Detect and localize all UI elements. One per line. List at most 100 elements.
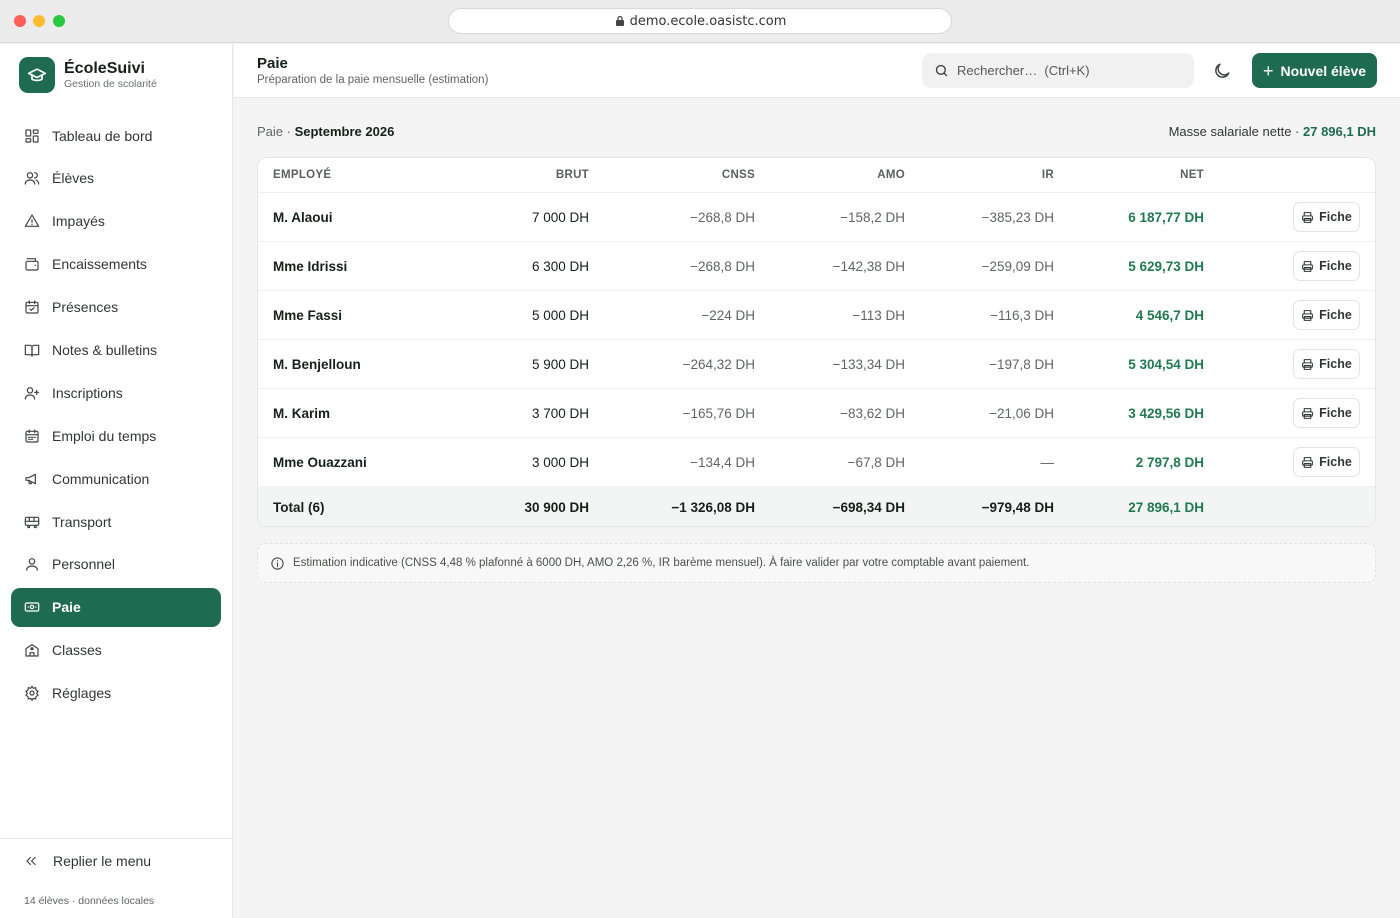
gross-amount: 5 900 DH xyxy=(531,356,589,372)
sidebar-item-label: Tableau de bord xyxy=(52,127,153,144)
students-count-note: 14 élèves · données locales xyxy=(24,895,155,907)
payslip-button[interactable]: Fiche xyxy=(1293,398,1360,428)
sidebar-item-impayes[interactable]: Impayés xyxy=(11,202,221,241)
sidebar-item-label: Transport xyxy=(52,513,112,530)
table-row: M. Benjelloun 5 900 DH −264,32 DH −133,3… xyxy=(258,340,1375,389)
printer-icon xyxy=(1302,358,1314,370)
table-row: M. Alaoui 7 000 DH −268,8 DH −158,2 DH −… xyxy=(258,193,1375,242)
gross-amount: 3 700 DH xyxy=(531,405,589,421)
employee-name: M. Benjelloun xyxy=(273,356,361,372)
payslip-button[interactable]: Fiche xyxy=(1293,349,1360,379)
gross-amount: 7 000 DH xyxy=(531,209,589,225)
sidebar-item-paie[interactable]: Paie xyxy=(11,587,221,627)
dark-mode-toggle[interactable] xyxy=(1212,61,1232,81)
chevrons-left-icon xyxy=(26,856,36,866)
address-bar[interactable]: demo.ecole.oasistc.com xyxy=(448,8,952,34)
calendar-icon xyxy=(25,429,39,443)
cnss-amount: −264,32 DH xyxy=(682,356,755,372)
lock-icon xyxy=(615,15,624,26)
printer-icon xyxy=(1302,407,1314,419)
brand-name: ÉcoleSuivi xyxy=(64,59,145,77)
sidebar-item-tableau-de-bord[interactable]: Tableau de bord xyxy=(11,116,221,155)
sidebar-item-presences[interactable]: Présences xyxy=(11,288,221,327)
amo-amount: −133,34 DH xyxy=(832,356,905,372)
payslip-button[interactable]: Fiche xyxy=(1293,202,1360,232)
sidebar-item-label: Présences xyxy=(52,299,119,316)
sidebar-item-label: Personnel xyxy=(52,556,116,573)
ir-amount: −259,09 DH xyxy=(981,258,1054,274)
payslip-label: Fiche xyxy=(1319,210,1352,224)
ir-amount: −197,8 DH xyxy=(989,356,1054,372)
close-window-button[interactable] xyxy=(14,15,26,27)
sidebar-item-communication[interactable]: Communication xyxy=(11,459,221,498)
wallet-icon xyxy=(25,258,39,271)
column-header-net: NET xyxy=(1180,169,1204,181)
net-amount: 6 187,77 DH xyxy=(1128,209,1204,225)
column-header-amo: AMO xyxy=(877,169,905,181)
sidebar-item-label: Inscriptions xyxy=(52,384,123,401)
net-payroll-summary: Masse salariale nette · 27 896,1 DH xyxy=(1169,124,1376,139)
net-amount: 5 304,54 DH xyxy=(1128,356,1204,372)
payslip-label: Fiche xyxy=(1319,308,1352,322)
maximize-window-button[interactable] xyxy=(53,15,65,27)
dashboard-icon xyxy=(25,128,39,143)
sidebar-item-personnel[interactable]: Personnel xyxy=(11,545,221,584)
total-gross: 30 900 DH xyxy=(524,499,589,515)
brand-subtitle: Gestion de scolarité xyxy=(64,77,157,90)
bus-icon xyxy=(24,516,40,528)
cnss-amount: −165,76 DH xyxy=(682,405,755,421)
moon-icon xyxy=(1215,63,1230,78)
minimize-window-button[interactable] xyxy=(33,15,45,27)
ir-amount: −385,23 DH xyxy=(981,209,1054,225)
page-title: Paie xyxy=(257,55,288,72)
payslip-button[interactable]: Fiche xyxy=(1293,251,1360,281)
new-student-label: Nouvel élève xyxy=(1280,62,1367,79)
breadcrumb-current-period: Septembre 2026 xyxy=(294,124,395,139)
net-amount: 5 629,73 DH xyxy=(1128,258,1204,274)
cnss-amount: −134,4 DH xyxy=(690,454,755,470)
sidebar-footer: Replier le menu 14 élèves · données loca… xyxy=(0,838,232,907)
sidebar-item-transport[interactable]: Transport xyxy=(11,502,221,541)
sidebar-item-label: Notes & bulletins xyxy=(52,341,158,358)
payslip-label: Fiche xyxy=(1319,259,1352,273)
payslip-button[interactable]: Fiche xyxy=(1293,447,1360,477)
school-icon xyxy=(25,644,39,657)
net-payroll-value: 27 896,1 DH xyxy=(1303,124,1376,139)
net-amount: 4 546,7 DH xyxy=(1135,307,1204,323)
payslip-button[interactable]: Fiche xyxy=(1293,300,1360,330)
breadcrumb-separator: · xyxy=(283,124,295,139)
cnss-amount: −268,8 DH xyxy=(690,258,755,274)
sidebar-item-eleves[interactable]: Élèves xyxy=(11,159,221,198)
browser-chrome: demo.ecole.oasistc.com xyxy=(0,0,1400,43)
brand[interactable]: ÉcoleSuivi Gestion de scolarité xyxy=(19,57,157,93)
sidebar-item-notes-bulletins[interactable]: Notes & bulletins xyxy=(11,330,221,369)
column-header-employee: EMPLOYÉ xyxy=(273,169,332,181)
ir-amount: −116,3 DH xyxy=(990,307,1054,323)
table-row: Mme Fassi 5 000 DH −224 DH −113 DH −116,… xyxy=(258,291,1375,340)
users-icon xyxy=(24,172,40,185)
sidebar-item-label: Paie xyxy=(52,599,81,616)
info-icon xyxy=(271,556,284,570)
table-row: M. Karim 3 700 DH −165,76 DH −83,62 DH −… xyxy=(258,389,1375,438)
sidebar-item-emploi-du-temps[interactable]: Emploi du temps xyxy=(11,416,221,455)
url-text: demo.ecole.oasistc.com xyxy=(629,13,787,29)
printer-icon xyxy=(1302,456,1314,468)
sidebar-item-reglages[interactable]: Réglages xyxy=(11,674,221,713)
sidebar-item-inscriptions[interactable]: Inscriptions xyxy=(11,373,221,412)
sidebar-item-label: Emploi du temps xyxy=(52,427,157,444)
table-total-row: Total (6) 30 900 DH −1 326,08 DH −698,34… xyxy=(258,487,1375,526)
employee-name: M. Alaoui xyxy=(273,209,333,225)
sidebar-item-label: Impayés xyxy=(52,213,105,230)
collapse-menu-button[interactable]: Replier le menu xyxy=(24,853,151,869)
breadcrumb-root: Paie xyxy=(257,124,284,139)
gross-amount: 3 000 DH xyxy=(531,454,589,470)
sidebar-item-classes[interactable]: Classes xyxy=(11,631,221,670)
sidebar-item-encaissements[interactable]: Encaissements xyxy=(11,245,221,284)
sidebar: ÉcoleSuivi Gestion de scolarité Tableau … xyxy=(0,44,233,918)
warning-icon xyxy=(24,214,40,228)
total-cnss: −1 326,08 DH xyxy=(671,499,755,515)
search-input[interactable] xyxy=(957,63,1177,78)
search-box[interactable] xyxy=(922,53,1194,88)
employee-name: Mme Ouazzani xyxy=(273,454,367,470)
new-student-button[interactable]: + Nouvel élève xyxy=(1252,53,1377,88)
